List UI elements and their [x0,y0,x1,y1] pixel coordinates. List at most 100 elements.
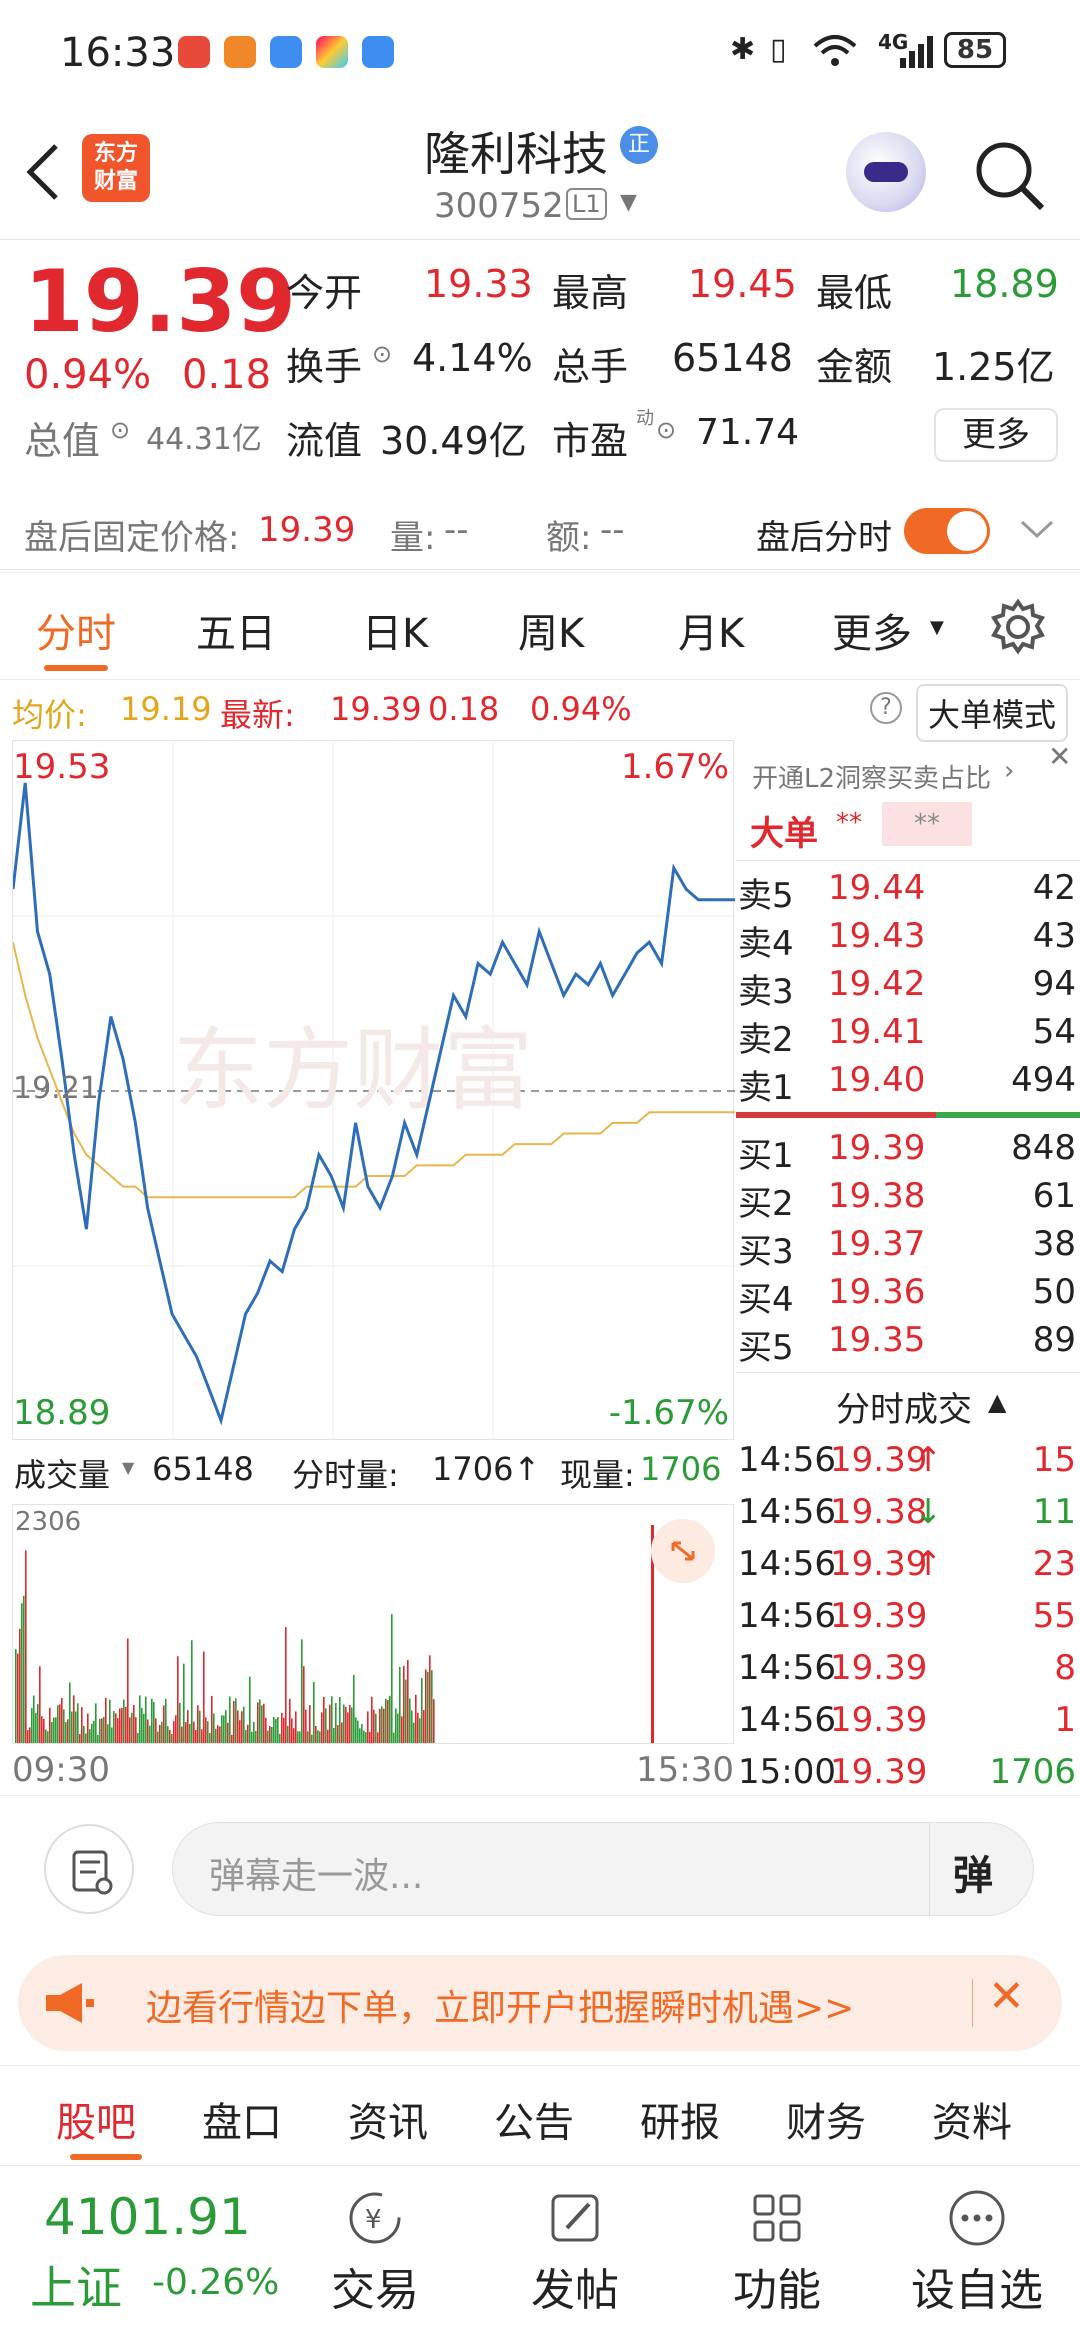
bid-level: 买2 [738,1184,794,1224]
volume-bar [183,1663,185,1743]
volume-bar [111,1727,113,1743]
volume-bar [293,1728,295,1743]
volume-caret-icon[interactable]: ▼ [122,1458,134,1477]
tab-daily-k[interactable]: 日K [362,601,428,659]
tab-weekly-k[interactable]: 周K [518,601,584,659]
info-icon[interactable]: ⊙ [372,340,392,368]
last-value: 19.39 [330,690,422,728]
tab-guba[interactable]: 股吧 [56,2090,136,2148]
volume-bar [169,1729,171,1743]
volume-bar [349,1704,351,1743]
send-danmaku-button[interactable]: 弹 [953,1843,993,1901]
tick-time: 14:56 [738,1544,836,1584]
tab-profile[interactable]: 资料 [932,2090,1012,2148]
nav-trade-label: 交易 [331,2265,419,2316]
ask-row[interactable]: 卖4 19.43 43 [736,916,1080,964]
volume-bar [205,1717,207,1743]
last-pct: 0.94% [530,690,632,728]
volume-bar [253,1721,255,1743]
volume-bar [245,1730,247,1743]
tick-row: 14:56 19.39 8 [736,1648,1080,1700]
tick-price: 19.39 [830,1544,928,1584]
tab-five-day[interactable]: 五日 [196,601,276,659]
logo-text-2: 财富 [93,169,138,194]
ask-level: 卖4 [738,924,794,964]
tab-news[interactable]: 资讯 [348,2090,428,2148]
eastmoney-logo[interactable]: 东方 财富 [82,134,150,202]
volume-bar [81,1707,83,1743]
search-icon[interactable] [972,138,1048,214]
ask-row[interactable]: 卖5 19.44 42 [736,868,1080,916]
volume-bar [303,1666,305,1743]
bid-row[interactable]: 买5 19.35 89 [736,1320,1080,1368]
gear-icon[interactable] [990,599,1046,655]
volume-label[interactable]: 成交量 [14,1450,110,1496]
caret-down-icon[interactable]: ▼ [620,190,637,215]
danmaku-settings-icon[interactable] [44,1824,134,1914]
ask-row[interactable]: 卖2 19.41 54 [736,1012,1080,1060]
expand-icon[interactable] [651,1519,715,1583]
tab-announcements[interactable]: 公告 [494,2090,574,2148]
volume-bar [211,1695,213,1743]
volume-bar [131,1712,133,1743]
robot-assistant-icon[interactable] [846,132,926,212]
ask-row[interactable]: 卖3 19.42 94 [736,964,1080,1012]
volume-bar [297,1731,299,1743]
volume-bar [125,1706,127,1743]
bid-row[interactable]: 买3 19.37 38 [736,1224,1080,1272]
volume-bar [203,1651,205,1743]
volume-bar [263,1703,265,1743]
tick-price: 19.39 [830,1700,928,1740]
bid-row[interactable]: 买2 19.38 61 [736,1176,1080,1224]
volume-bar [405,1679,407,1743]
bid-row[interactable]: 买1 19.39 848 [736,1128,1080,1176]
nav-functions[interactable]: 功能 [722,2186,832,2326]
big-order-mode-button[interactable]: 大单模式 [916,684,1069,742]
volume-bar [387,1700,389,1743]
tab-monthly-k[interactable]: 月K [678,601,744,659]
volume-bar [95,1703,97,1743]
volume-bar [77,1703,79,1743]
volume-bar [305,1709,307,1743]
level-badge[interactable]: L1 [566,188,607,220]
volume-bar [187,1710,189,1743]
help-icon[interactable]: ? [870,692,902,724]
turnover-label: 换手 [286,345,363,389]
close-promo-icon[interactable]: ✕ [988,1971,1025,2022]
index-value[interactable]: 4101.91 [44,2188,251,2246]
tab-intraday[interactable]: 分时 [36,601,116,659]
nav-trade[interactable]: ¥ 交易 [320,2186,430,2326]
high-value: 19.45 [688,262,797,306]
intraday-chart[interactable]: 东方财富 19.53 1.67% 19.21 18.89 -1.67% [12,740,735,1441]
volume-bar [393,1732,395,1743]
index-name[interactable]: 上证 [30,2252,122,2318]
l2-promo-link[interactable]: 开通L2洞察买卖占比 [752,758,991,795]
promo-banner[interactable]: 边看行情边下单，立即开户把握瞬时机遇>> ✕ [18,1955,1062,2051]
back-arrow-icon[interactable] [22,142,62,202]
chevron-down-icon[interactable] [1018,518,1056,542]
more-button[interactable]: 更多 [934,408,1058,462]
caret-up-icon[interactable]: ▲ [988,1388,1006,1416]
chevron-right-icon[interactable]: › [1004,756,1014,786]
volume-chart[interactable]: 2306 [12,1504,734,1744]
info-icon-2[interactable]: ⊙ [110,416,130,444]
nav-post[interactable]: 发帖 [520,2186,630,2326]
tab-research[interactable]: 研报 [640,2090,720,2148]
tab-more[interactable]: 更多 [832,601,912,659]
nav-add-watchlist[interactable]: 设自选 [902,2186,1052,2326]
tab-pankou[interactable]: 盘口 [202,2090,282,2148]
close-icon[interactable]: ✕ [1048,740,1071,773]
ask-row[interactable]: 卖1 19.40 494 [736,1060,1080,1108]
more-dots-icon [949,2190,1005,2246]
after-hours-toggle[interactable] [904,508,990,554]
more-caret-icon[interactable]: ▼ [930,617,944,638]
ticks-title[interactable]: 分时成交 [836,1382,972,1431]
info-icon-3[interactable]: ⊙ [656,416,676,444]
tab-finance[interactable]: 财务 [786,2090,866,2148]
ask-ratio-bar [736,1112,936,1118]
volume-bar [39,1666,41,1743]
danmaku-input[interactable]: 弹幕走一波... 弹 [172,1822,1034,1917]
bid-row[interactable]: 买4 19.36 50 [736,1272,1080,1320]
status-time: 16:33 [60,30,176,76]
status-bar: 16:33 ✱ ▯ 4G 85 [0,0,1080,100]
